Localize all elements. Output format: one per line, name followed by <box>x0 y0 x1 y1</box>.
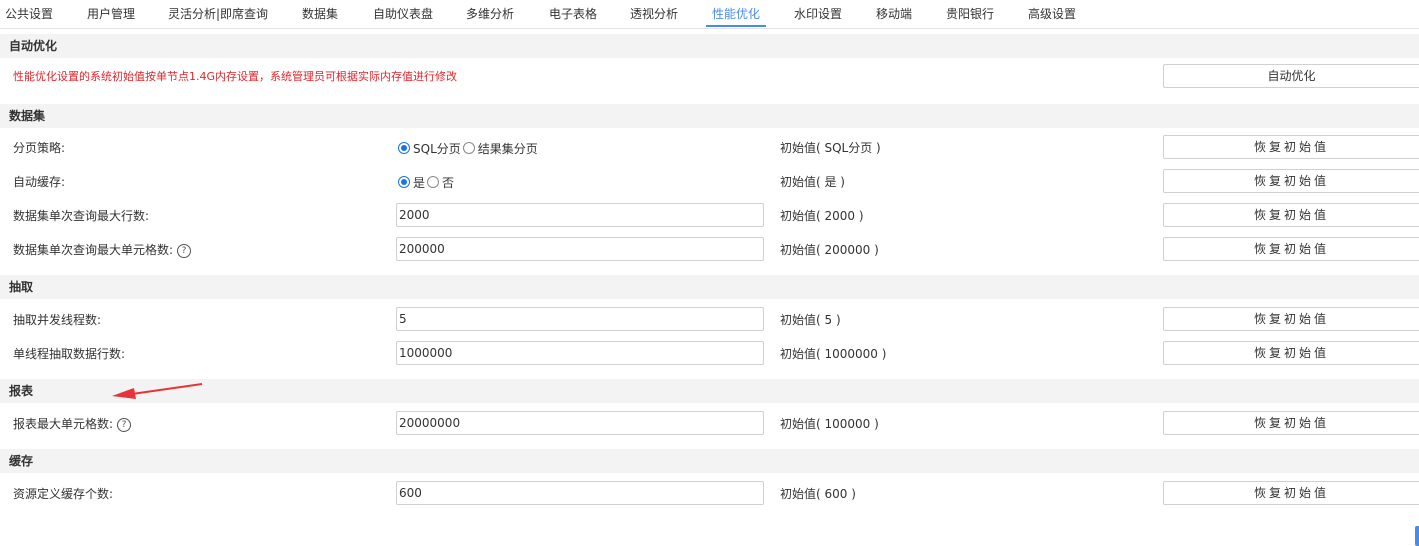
restore-default-button[interactable]: 恢复初始值 <box>1163 203 1419 227</box>
extract-rows-per-thread-default: 初始值( 1000000 ) <box>780 347 887 361</box>
row-resource-cache: 资源定义缓存个数: 初始值( 600 ) 恢复初始值 <box>0 477 1419 511</box>
radio-unchecked-icon <box>427 176 440 188</box>
report-max-cells-label: 报表最大单元格数:? <box>13 407 132 441</box>
row-dataset-max-rows: 数据集单次查询最大行数: 初始值( 2000 ) 恢复初始值 <box>0 199 1419 233</box>
dataset-max-rows-default: 初始值( 2000 ) <box>780 209 864 223</box>
extract-threads-input[interactable] <box>396 307 764 331</box>
auto-cache-radio-group: 是 否 <box>398 165 456 199</box>
radio-checked-icon <box>398 176 410 188</box>
resource-cache-label: 资源定义缓存个数: <box>13 487 114 501</box>
radio-cache-no-label: 否 <box>442 175 455 190</box>
row-extract-threads: 抽取并发线程数: 初始值( 5 ) 恢复初始值 <box>0 303 1419 337</box>
paging-strategy-default: 初始值( SQL分页 ) <box>780 141 881 155</box>
dataset-max-cells-input[interactable] <box>396 237 764 261</box>
section-header-auto-opt: 自动优化 <box>0 34 1419 58</box>
restore-default-button[interactable]: 恢复初始值 <box>1163 237 1419 261</box>
restore-default-button[interactable]: 恢复初始值 <box>1163 411 1419 435</box>
dataset-max-rows-input[interactable] <box>396 203 764 227</box>
auto-opt-notice: 性能优化设置的系统初始值按单节点1.4G内存设置，系统管理员可根据实际内存值进行… <box>13 70 458 83</box>
dataset-max-rows-label: 数据集单次查询最大行数: <box>13 209 150 223</box>
tab-advanced[interactable]: 高级设置 <box>1028 0 1076 28</box>
radio-cache-no[interactable]: 否 <box>427 174 454 191</box>
dataset-max-cells-label: 数据集单次查询最大单元格数:? <box>13 233 192 267</box>
radio-unchecked-icon <box>462 142 475 154</box>
tab-mobile[interactable]: 移动端 <box>876 0 912 28</box>
radio-cache-yes[interactable]: 是 <box>398 174 425 191</box>
help-icon[interactable]: ? <box>117 417 132 432</box>
extract-rows-per-thread-label: 单线程抽取数据行数: <box>13 347 126 361</box>
restore-default-button[interactable]: 恢复初始值 <box>1163 341 1419 365</box>
restore-default-button[interactable]: 恢复初始值 <box>1163 135 1419 159</box>
extract-threads-default: 初始值( 5 ) <box>780 313 841 327</box>
resource-cache-input[interactable] <box>396 481 764 505</box>
extract-rows-per-thread-input[interactable] <box>396 341 764 365</box>
tab-pivot-analysis[interactable]: 透视分析 <box>630 0 678 28</box>
tab-dataset[interactable]: 数据集 <box>302 0 338 28</box>
radio-cache-yes-label: 是 <box>413 175 426 190</box>
report-max-cells-label-text: 报表最大单元格数: <box>13 417 114 431</box>
auto-optimize-button[interactable]: 自动优化 <box>1163 64 1419 88</box>
help-icon[interactable]: ? <box>177 243 192 258</box>
row-auto-cache: 自动缓存: 是 否 初始值( 是 ) 恢复初始值 <box>0 165 1419 199</box>
paging-strategy-radio-group: SQL分页 结果集分页 <box>398 131 540 165</box>
tab-olap-analysis[interactable]: 多维分析 <box>466 0 514 28</box>
row-report-max-cells: 报表最大单元格数:? 初始值( 100000 ) 恢复初始值 <box>0 407 1419 441</box>
section-header-cache: 缓存 <box>0 449 1419 473</box>
paging-strategy-label: 分页策略: <box>13 141 66 155</box>
tab-spreadsheet[interactable]: 电子表格 <box>549 0 597 28</box>
tab-bank[interactable]: 贵阳银行 <box>946 0 994 28</box>
restore-default-button[interactable]: 恢复初始值 <box>1163 169 1419 193</box>
section-header-report: 报表 <box>0 379 1419 403</box>
section-header-dataset: 数据集 <box>0 104 1419 128</box>
annotation-arrow-icon <box>112 383 203 399</box>
radio-sql-paging-label: SQL分页 <box>413 141 461 156</box>
restore-default-button[interactable]: 恢复初始值 <box>1163 481 1419 505</box>
report-max-cells-default: 初始值( 100000 ) <box>780 417 879 431</box>
row-paging-strategy: 分页策略: SQL分页 结果集分页 初始值( SQL分页 ) 恢复初始值 <box>0 131 1419 165</box>
resource-cache-default: 初始值( 600 ) <box>780 487 856 501</box>
extract-threads-label: 抽取并发线程数: <box>13 313 102 327</box>
dataset-max-cells-label-text: 数据集单次查询最大单元格数: <box>13 243 174 257</box>
tab-user-management[interactable]: 用户管理 <box>87 0 135 28</box>
tab-public-settings[interactable]: 公共设置 <box>5 0 53 28</box>
auto-cache-label: 自动缓存: <box>13 175 66 189</box>
section-header-extract: 抽取 <box>0 275 1419 299</box>
tab-watermark[interactable]: 水印设置 <box>794 0 842 28</box>
restore-default-button[interactable]: 恢复初始值 <box>1163 307 1419 331</box>
tab-flexible-analysis[interactable]: 灵活分析|即席查询 <box>168 0 268 28</box>
auto-cache-default: 初始值( 是 ) <box>780 175 845 189</box>
active-tab-indicator <box>706 25 766 27</box>
radio-sql-paging[interactable]: SQL分页 <box>398 140 461 157</box>
settings-tab-bar: 公共设置 用户管理 灵活分析|即席查询 数据集 自助仪表盘 多维分析 电子表格 … <box>0 0 1419 29</box>
report-max-cells-input[interactable] <box>396 411 764 435</box>
radio-checked-icon <box>398 142 410 154</box>
tab-self-dashboard[interactable]: 自助仪表盘 <box>373 0 433 28</box>
auto-opt-row: 性能优化设置的系统初始值按单节点1.4G内存设置，系统管理员可根据实际内存值进行… <box>0 60 1419 94</box>
row-dataset-max-cells: 数据集单次查询最大单元格数:? 初始值( 200000 ) 恢复初始值 <box>0 233 1419 267</box>
floating-side-tab[interactable] <box>1415 526 1419 546</box>
row-extract-rows-per-thread: 单线程抽取数据行数: 初始值( 1000000 ) 恢复初始值 <box>0 337 1419 371</box>
radio-resultset-paging[interactable]: 结果集分页 <box>462 140 538 157</box>
tab-performance[interactable]: 性能优化 <box>712 0 760 28</box>
radio-resultset-paging-label: 结果集分页 <box>477 141 538 156</box>
dataset-max-cells-default: 初始值( 200000 ) <box>780 243 879 257</box>
